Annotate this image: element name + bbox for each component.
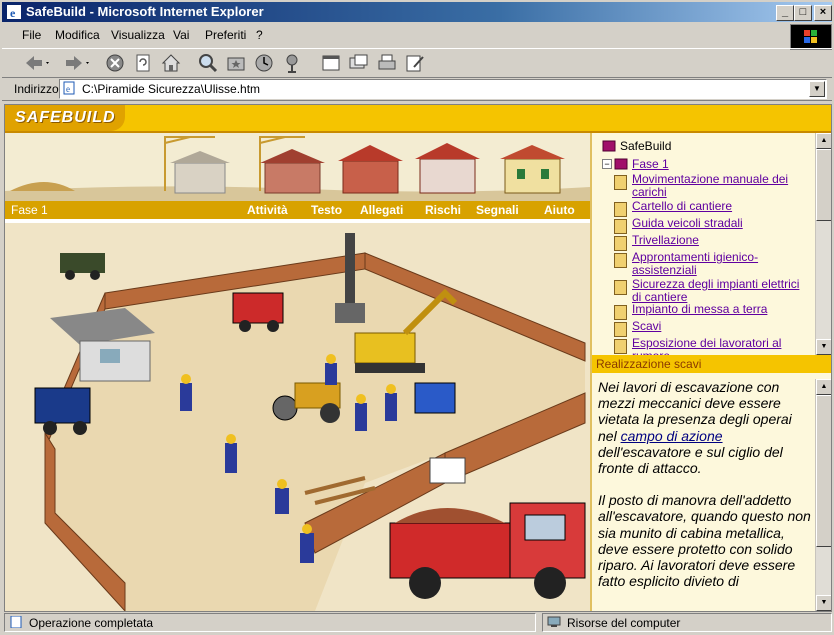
tree-item[interactable]: Guida veicoli stradali: [614, 217, 810, 234]
book-open-icon: [614, 158, 628, 170]
paragraph-1: Nei lavori di escavazione con mezzi mecc…: [598, 379, 792, 477]
section-text: Nei lavori di escavazione con mezzi mecc…: [592, 379, 814, 611]
scroll-up-icon[interactable]: ▲: [816, 133, 831, 149]
nav-segnali[interactable]: Segnali: [476, 203, 519, 217]
phase-label: Fase 1: [11, 203, 48, 217]
page-icon: [614, 219, 627, 234]
text-scrollbar[interactable]: ▲ ▼: [815, 379, 831, 611]
title-bar: e SafeBuild - Microsoft Internet Explore…: [2, 2, 832, 22]
menu-file[interactable]: File: [22, 28, 41, 42]
scroll-thumb[interactable]: [816, 149, 831, 221]
windows-logo-icon: [790, 24, 832, 50]
nav-aiuto[interactable]: Aiuto: [544, 203, 575, 217]
scroll-down-icon[interactable]: ▼: [816, 339, 831, 355]
stop-icon[interactable]: [104, 52, 126, 74]
status-bar: Operazione completata Risorse del comput…: [2, 612, 832, 633]
back-icon[interactable]: [22, 52, 52, 74]
scroll-thumb[interactable]: [816, 395, 831, 547]
paragraph-2: Il posto di manovra dell'addetto all'esc…: [598, 492, 811, 590]
page-icon: [614, 280, 627, 295]
site-header: SAFEBUILD: [5, 105, 831, 133]
address-label: Indirizzo: [14, 82, 59, 96]
status-zone: Risorse del computer: [542, 613, 832, 632]
banner-illustration: [5, 133, 590, 201]
close-button[interactable]: ×: [814, 5, 832, 21]
tree-item[interactable]: Scavi: [614, 320, 810, 337]
minimize-button[interactable]: _: [776, 5, 794, 21]
topic-tree: SafeBuild − Fase 1 Movimentazione manual…: [592, 133, 814, 355]
channels-icon[interactable]: [281, 52, 303, 74]
nav-testo[interactable]: Testo: [311, 203, 342, 217]
page-icon: [614, 322, 627, 337]
ie-icon: e: [7, 5, 21, 20]
window-title: SafeBuild - Microsoft Internet Explorer: [26, 4, 264, 19]
menu-bar: File Modifica Visualizza Vai Preferiti ?: [2, 24, 787, 46]
mail-icon[interactable]: [348, 52, 370, 74]
menu-vai[interactable]: Vai: [173, 28, 189, 42]
tree-item[interactable]: Cartello di cantiere: [614, 200, 810, 217]
page-icon: [614, 305, 627, 320]
toolbar: [2, 48, 832, 78]
search-icon[interactable]: [197, 52, 219, 74]
maximize-button[interactable]: □: [794, 5, 812, 21]
menu-modifica[interactable]: Modifica: [55, 28, 100, 42]
tree-phase-label[interactable]: Fase 1: [632, 157, 669, 171]
print-icon[interactable]: [376, 52, 398, 74]
right-panel: SafeBuild − Fase 1 Movimentazione manual…: [590, 133, 831, 611]
address-input[interactable]: e C:\Piramide Sicurezza\Ulisse.htm ▼: [59, 79, 827, 99]
collapse-icon[interactable]: −: [602, 159, 612, 169]
edit-icon[interactable]: [404, 52, 426, 74]
menu-help[interactable]: ?: [256, 28, 263, 42]
page-done-icon: [10, 616, 22, 628]
tree-item[interactable]: Movimentazione manuale dei carichi: [614, 173, 810, 201]
refresh-icon[interactable]: [132, 52, 154, 74]
nav-attivita[interactable]: Attività: [247, 203, 288, 217]
svg-text:e: e: [10, 6, 16, 20]
page-icon: e: [63, 81, 75, 95]
nav-rischi[interactable]: Rischi: [425, 203, 461, 217]
tree-item[interactable]: Impianto di messa a terra: [614, 303, 810, 320]
menu-preferiti[interactable]: Preferiti: [205, 28, 246, 42]
address-bar: Indirizzo e C:\Piramide Sicurezza\Ulisse…: [2, 78, 832, 101]
section-title-bar: Realizzazione scavi: [592, 355, 831, 373]
tree-item[interactable]: Approntamenti igienico-assistenziali: [614, 251, 810, 279]
page-icon: [614, 175, 627, 190]
address-dropdown-icon[interactable]: ▼: [809, 81, 825, 97]
book-icon: [602, 140, 616, 152]
nav-allegati[interactable]: Allegati: [360, 203, 403, 217]
svg-text:e: e: [66, 84, 70, 94]
tree-scrollbar[interactable]: ▲ ▼: [815, 133, 831, 355]
computer-icon: [547, 616, 561, 627]
favorites-icon[interactable]: [225, 52, 247, 74]
scroll-up-icon[interactable]: ▲: [816, 379, 831, 395]
tree-item[interactable]: Esposizione dei lavoratori al rumore: [614, 337, 810, 355]
forward-icon[interactable]: [62, 52, 92, 74]
page-icon: [614, 339, 627, 354]
menu-visualizza[interactable]: Visualizza: [111, 28, 165, 42]
page-content: SAFEBUILD Fase 1 Attività Testo Allegati…: [4, 104, 832, 612]
browser-window: e SafeBuild - Microsoft Internet Explore…: [0, 0, 834, 635]
page-icon: [614, 236, 627, 251]
page-icon: [614, 253, 627, 268]
scroll-down-icon[interactable]: ▼: [816, 595, 831, 611]
history-icon[interactable]: [253, 52, 275, 74]
section-nav: Fase 1 Attività Testo Allegati Rischi Se…: [5, 201, 590, 219]
fullscreen-icon[interactable]: [320, 52, 342, 74]
page-icon: [614, 202, 627, 217]
campo-di-azione-link[interactable]: campo di azione: [621, 428, 723, 444]
construction-site-illustration: [5, 223, 590, 611]
safebuild-logo: SAFEBUILD: [5, 105, 125, 131]
address-value: C:\Piramide Sicurezza\Ulisse.htm: [82, 82, 261, 96]
home-icon[interactable]: [160, 52, 182, 74]
status-message: Operazione completata: [4, 613, 536, 632]
tree-item[interactable]: Trivellazione: [614, 234, 810, 251]
